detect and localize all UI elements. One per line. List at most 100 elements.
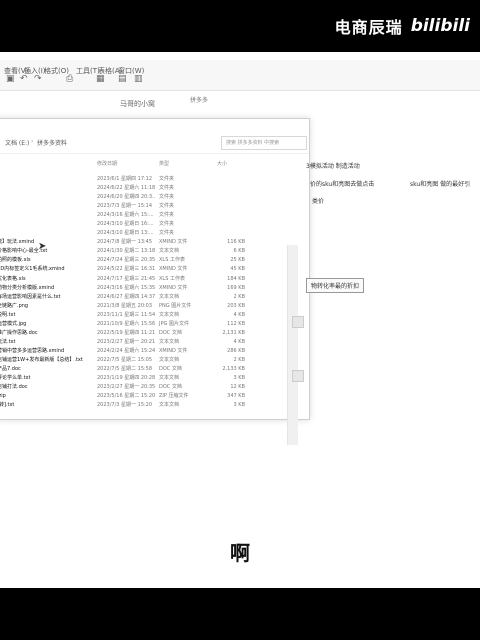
file-row[interactable]: XD内标签定义1毛系统.xmind 2024/5/22 星期三 16:31 XMIN…	[0, 265, 309, 274]
file-row[interactable]: 2023/7/3 星期一 15:14 文件夹	[0, 202, 309, 211]
doc-text-line: 类价	[312, 198, 325, 205]
file-row[interactable]: 推广操作思路.doc 2022/5/19 星期四 11:21 DOC 文档 2,131…	[0, 329, 309, 338]
file-type: DOC 文档	[159, 384, 182, 391]
file-date: 2023/2/27 星期一 20:35	[97, 384, 156, 391]
breadcrumb-folder[interactable]: 拼多多资料	[37, 138, 67, 147]
file-name: 流】玩法.xmind	[0, 239, 35, 246]
file-row[interactable]: 拍照的模板.xls 2024/7/24 星期三 20:35 XLS 工作表 25 KB	[0, 256, 309, 265]
file-type: XMIND 文件	[159, 284, 188, 291]
file-date: 2024/3/16 星期六 15:35	[97, 284, 156, 291]
file-size: 116 KB	[227, 239, 245, 246]
file-type: 文本文档	[159, 293, 180, 300]
chart-icon[interactable]: ▥	[134, 74, 143, 84]
side-tool-icon[interactable]	[292, 316, 304, 328]
document-heading: 马哥的小窝	[120, 100, 155, 108]
file-type: 文本文档	[159, 356, 180, 363]
file-date: 2023/7/3 星期一 15:14	[97, 203, 153, 210]
file-row[interactable]: 店铺运营1W+发布最新版【总结】.txt 2022/7/5 星期二 15:05 文本…	[0, 356, 309, 365]
doc-text-line: 3模拟活动 制造活动	[306, 163, 360, 170]
table-icon[interactable]: ▦	[96, 74, 105, 84]
brand-name: 电商辰瑞	[334, 18, 403, 37]
save-icon[interactable]: ▣	[6, 74, 15, 84]
file-date: 2024/3/16 星期六 15:...	[97, 212, 154, 219]
side-tool-icon[interactable]	[292, 370, 304, 382]
file-row[interactable]: 产品7.doc 2022/7/5 星期二 15:58 DOC 文档 2,133 KB	[0, 365, 309, 374]
redo-icon[interactable]: ↷	[34, 74, 42, 84]
column-size[interactable]: 大小	[217, 160, 227, 167]
file-type: 文本文档	[159, 375, 180, 382]
file-date: 2023/6/1 星期四 17:12	[97, 176, 153, 182]
file-row[interactable]: 2024/6/22 星期六 11:18 文件夹	[0, 184, 309, 193]
file-row[interactable]: 药物分类分析模版.xmind 2024/3/16 星期六 15:35 XMIND 文…	[0, 284, 309, 293]
search-input[interactable]: 搜索 拼多多资料 中搜索	[221, 136, 307, 150]
file-size: 2,131 KB	[222, 329, 245, 336]
file-type: ZIP 压缩文件	[159, 393, 189, 400]
file-date: 2024/3/10 星期日 13:...	[97, 230, 154, 237]
scrollbar[interactable]	[287, 245, 298, 445]
file-size: 2 KB	[233, 356, 245, 363]
file-name: 拍照的模板.xls	[0, 257, 31, 264]
file-type: 文件夹	[159, 194, 175, 201]
file-row[interactable]: 2024/3/16 星期六 15:... 文件夹	[0, 211, 309, 220]
file-size: 2,133 KB	[222, 365, 245, 372]
file-name: .zip	[0, 393, 6, 400]
file-row[interactable]: 运营模式.jpg 2021/10/9 星期六 15:56JPG 图片文件 112 K…	[0, 320, 309, 329]
file-size: 4 KB	[233, 311, 245, 318]
file-size: 184 KB	[227, 275, 245, 282]
file-date: 2024/7/24 星期三 20:35	[97, 257, 156, 264]
column-date[interactable]: 修改日期	[97, 160, 117, 167]
file-date: 2024/6/20 星期四 20:3..	[97, 194, 156, 201]
file-size: 4 KB	[233, 338, 245, 345]
file-size: 3 KB	[233, 375, 245, 382]
file-date: 2023/7/3 星期一 15:20	[97, 402, 153, 409]
file-type: XMIND 文件	[159, 239, 188, 246]
file-name: 店铺打法.doc	[0, 384, 28, 391]
image-icon[interactable]: ▤	[118, 74, 127, 84]
bilibili-logo: bilibili	[410, 16, 470, 36]
file-name: 运营模式.jpg	[0, 320, 27, 327]
file-row[interactable]: 优化表格.xls 2024/7/17 星期三 21:45XLS 工作表 184 KB	[0, 275, 309, 284]
undo-icon[interactable]: ↶	[20, 74, 28, 84]
file-row[interactable]: 每场运营影响因素是什么.txt 2024/6/27 星期四 14:37 文本文档 2 …	[0, 293, 309, 302]
file-row[interactable]: 2023/6/1 星期四 17:12 文件夹	[0, 175, 309, 184]
file-type: 文件夹	[159, 176, 175, 182]
file-type: DOC 文档	[159, 365, 182, 372]
file-type: JPG 图片文件	[159, 320, 189, 327]
file-row[interactable]: 2024/3/10 星期日 13:... 文件夹	[0, 229, 309, 238]
file-row[interactable]: [转].txt 2023/7/3 星期一 15:20 文本文档 3 KB	[0, 401, 309, 410]
file-size: 112 KB	[227, 320, 245, 327]
file-row[interactable]: 评论学么单.txt 2023/1/19 星期四 20:28 文本文档 3 KB	[0, 374, 309, 383]
file-name: 药物分类分析模版.xmind	[0, 284, 55, 291]
file-row[interactable]: 说明.txt 2023/11/1 星期三 11:54文本文档 4 KB	[0, 311, 309, 320]
file-size: 347 KB	[227, 393, 245, 400]
file-date: 2024/5/22 星期三 16:31	[97, 266, 156, 273]
print-icon[interactable]: ⎙	[66, 74, 73, 84]
file-name: 每场运营影响因素是什么.txt	[0, 293, 61, 300]
address-bar[interactable]: 文档 (E:) › 拼多多资料 搜索 拼多多资料 中搜索	[0, 133, 309, 154]
file-size: 45 KB	[230, 266, 245, 273]
file-size: 3 KB	[233, 402, 245, 409]
file-date: 2023/2/27 星期一 20:21	[97, 338, 156, 345]
file-name: 优化表格.xls	[0, 275, 26, 282]
doc-highlight-box: 物转化率最的折扣	[306, 278, 365, 293]
file-type: XLS 工作表	[159, 275, 185, 282]
column-type[interactable]: 类型	[159, 160, 169, 167]
file-type: PNG 图片文件	[159, 302, 192, 309]
file-size: 6 KB	[233, 248, 245, 255]
breadcrumb-drive[interactable]: 文档 (E:)	[5, 138, 29, 147]
file-type: 文本文档	[159, 338, 180, 345]
file-row[interactable]: 店铺打法.doc 2023/2/27 星期一 20:35 DOC 文档 12 KB	[0, 383, 309, 392]
file-row[interactable]: .zip 2023/5/16 星期二 15:20ZIP 压缩文件 347 KB	[0, 392, 309, 401]
file-row[interactable]: 全链路广.png 2021/3/8 星期五 20:03 PNG 图片文件 203 KB	[0, 302, 309, 311]
file-date: 2024/1/30 星期二 13:18	[97, 248, 156, 255]
file-date: 2021/3/8 星期五 20:03	[97, 302, 153, 309]
subtitle-caption: 啊	[230, 541, 250, 565]
file-date: 2024/6/22 星期六 11:18	[97, 185, 156, 192]
file-row[interactable]: 玩法.txt 2023/2/27 星期一 20:21文本文档 4 KB	[0, 338, 309, 347]
file-row[interactable]: 2024/6/20 星期四 20:3.. 文件夹	[0, 193, 309, 202]
file-type: XMIND 文件	[159, 266, 188, 273]
file-name: 全链路广.png	[0, 302, 29, 309]
document-tab-label: 拼多多	[190, 97, 209, 104]
file-row[interactable]: 2024/3/10 星期日 16:... 文件夹	[0, 220, 309, 229]
file-row[interactable]: 营销中营多多运营思路.xmind 2024/2/24 星期六 15:24 XMIND…	[0, 347, 309, 356]
